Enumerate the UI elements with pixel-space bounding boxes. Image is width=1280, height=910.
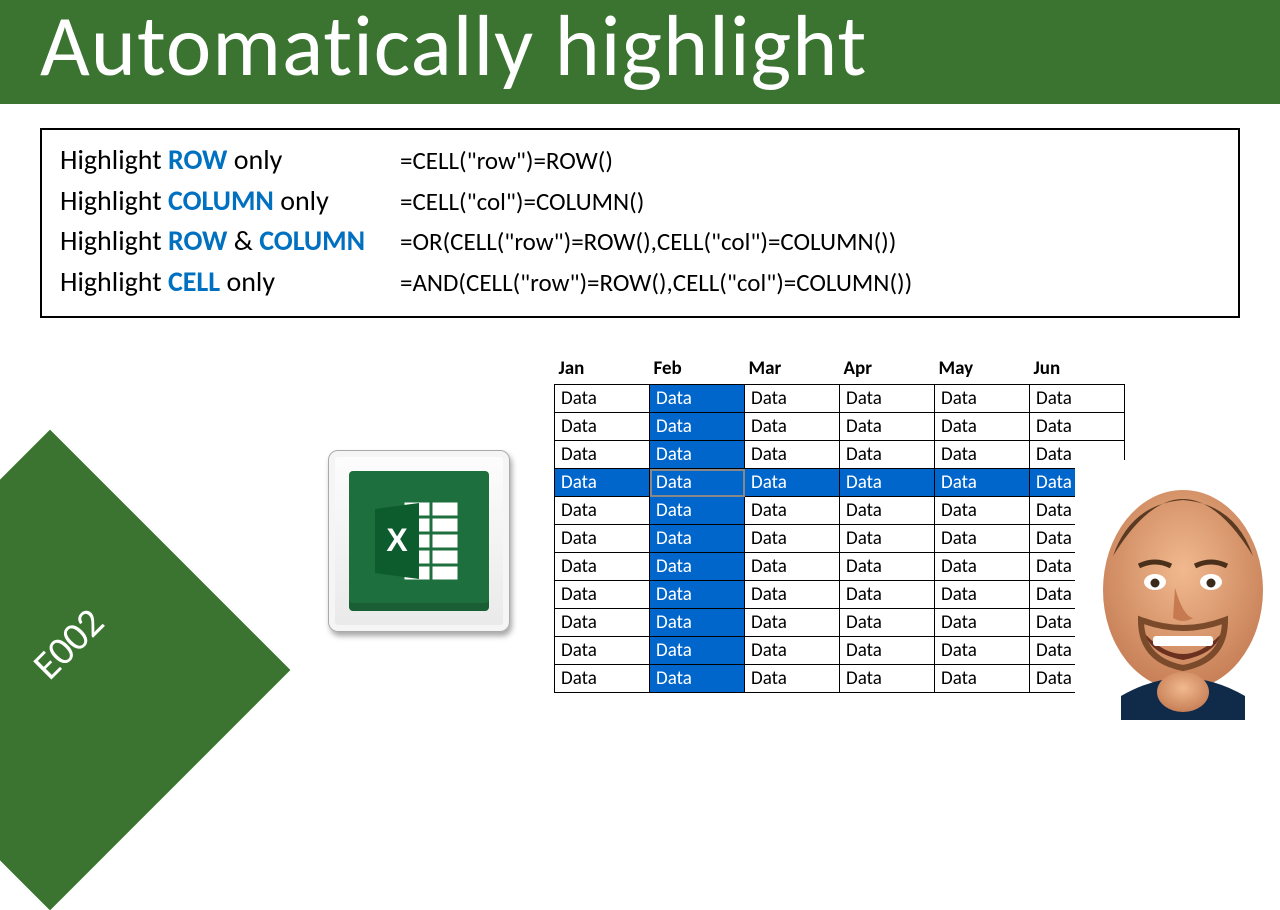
table-cell: Data: [555, 385, 650, 413]
table-cell: Data: [840, 497, 935, 525]
formula-code: =AND(CELL("row")=ROW(),CELL("col")=COLUM…: [400, 265, 912, 301]
presenter-photo: [1075, 460, 1280, 720]
formula-row: Highlight ROW only=CELL("row")=ROW(): [60, 140, 1220, 181]
table-cell: Data: [935, 637, 1030, 665]
formula-reference-box: Highlight ROW only=CELL("row")=ROW()High…: [40, 128, 1240, 318]
svg-text:X: X: [386, 522, 408, 558]
table-cell: Data: [745, 665, 840, 693]
table-row: DataDataDataDataDataData: [555, 497, 1125, 525]
table-header: May: [935, 355, 1030, 385]
table-cell: Data: [745, 441, 840, 469]
formula-row: Highlight COLUMN only=CELL("col")=COLUMN…: [60, 181, 1220, 222]
table-row: DataDataDataDataDataData: [555, 413, 1125, 441]
table-row: DataDataDataDataDataData: [555, 553, 1125, 581]
table-cell: Data: [840, 609, 935, 637]
table-cell: Data: [935, 665, 1030, 693]
table-header: Jun: [1030, 355, 1125, 385]
table-row: DataDataDataDataDataData: [555, 637, 1125, 665]
table-cell: Data: [745, 637, 840, 665]
formula-code: =CELL("row")=ROW(): [400, 143, 613, 179]
excel-app-badge: X: [328, 450, 510, 632]
table-cell: Data: [840, 553, 935, 581]
formula-label: Highlight ROW & COLUMN: [60, 221, 400, 262]
table-cell: Data: [745, 581, 840, 609]
table-cell: Data: [1030, 413, 1125, 441]
table-cell: Data: [840, 525, 935, 553]
table-cell: Data: [840, 637, 935, 665]
table-cell: Data: [555, 609, 650, 637]
table-cell: Data: [555, 413, 650, 441]
title-banner: Automatically highlight: [0, 0, 1280, 110]
table-cell: Data: [935, 497, 1030, 525]
table-cell: Data: [650, 609, 745, 637]
table-header: Mar: [745, 355, 840, 385]
table-cell: Data: [650, 665, 745, 693]
table-cell: Data: [650, 441, 745, 469]
table-cell: Data: [745, 385, 840, 413]
formula-row: Highlight ROW & COLUMN=OR(CELL("row")=RO…: [60, 221, 1220, 262]
excel-icon: X: [349, 471, 489, 611]
table-header: Feb: [650, 355, 745, 385]
table-cell: Data: [935, 553, 1030, 581]
table-cell: Data: [555, 441, 650, 469]
table-header: Apr: [840, 355, 935, 385]
table-row: DataDataDataDataDataData: [555, 385, 1125, 413]
table-cell: Data: [935, 525, 1030, 553]
table-cell: Data: [555, 497, 650, 525]
table-cell: Data: [935, 581, 1030, 609]
table-cell: Data: [935, 441, 1030, 469]
table-cell: Data: [650, 553, 745, 581]
formula-label: Highlight COLUMN only: [60, 181, 400, 222]
table-row: DataDataDataDataDataData: [555, 581, 1125, 609]
table-cell: Data: [745, 609, 840, 637]
table-cell: Data: [555, 637, 650, 665]
table-cell: Data: [935, 385, 1030, 413]
table-cell: Data: [935, 609, 1030, 637]
table-cell: Data: [745, 469, 840, 497]
table-cell: Data: [650, 497, 745, 525]
table-cell: Data: [840, 581, 935, 609]
table-cell: Data: [555, 665, 650, 693]
table-cell: Data: [555, 469, 650, 497]
table-cell: Data: [840, 441, 935, 469]
table-cell: Data: [745, 553, 840, 581]
table-row: DataDataDataDataDataData: [555, 609, 1125, 637]
table-cell: Data: [555, 553, 650, 581]
table-cell: Data: [650, 525, 745, 553]
formula-code: =OR(CELL("row")=ROW(),CELL("col")=COLUMN…: [400, 224, 896, 260]
formula-code: =CELL("col")=COLUMN(): [400, 184, 644, 220]
table-cell: Data: [650, 413, 745, 441]
table-header: Jan: [555, 355, 650, 385]
table-row: DataDataDataDataDataData: [555, 469, 1125, 497]
table-cell: Data: [650, 469, 745, 497]
table-row: DataDataDataDataDataData: [555, 441, 1125, 469]
formula-label: Highlight CELL only: [60, 262, 400, 303]
formula-label: Highlight ROW only: [60, 140, 400, 181]
table-cell: Data: [745, 525, 840, 553]
formula-row: Highlight CELL only=AND(CELL("row")=ROW(…: [60, 262, 1220, 303]
page-title: Automatically highlight: [40, 4, 1240, 90]
sample-data-table: JanFebMarAprMayJunDataDataDataDataDataDa…: [554, 355, 1125, 693]
table-cell: Data: [840, 469, 935, 497]
table-cell: Data: [840, 413, 935, 441]
table-cell: Data: [840, 385, 935, 413]
table-cell: Data: [935, 469, 1030, 497]
table-cell: Data: [650, 637, 745, 665]
table-cell: Data: [1030, 385, 1125, 413]
table-cell: Data: [840, 665, 935, 693]
table-cell: Data: [745, 413, 840, 441]
table-cell: Data: [555, 525, 650, 553]
table-cell: Data: [745, 497, 840, 525]
table-row: DataDataDataDataDataData: [555, 665, 1125, 693]
table-cell: Data: [935, 413, 1030, 441]
table-cell: Data: [650, 385, 745, 413]
table-row: DataDataDataDataDataData: [555, 525, 1125, 553]
table-cell: Data: [555, 581, 650, 609]
table-cell: Data: [650, 581, 745, 609]
